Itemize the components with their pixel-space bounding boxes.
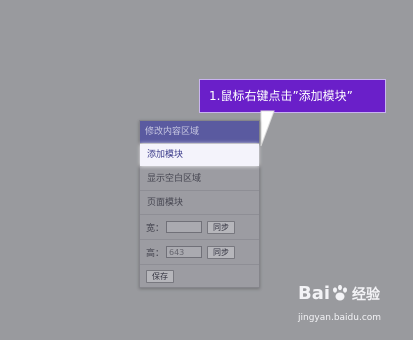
height-row: 高： 643 同步 xyxy=(140,240,259,265)
instruction-callout: 1.鼠标右键点击”添加模块” xyxy=(199,79,386,113)
menu-item-add-module[interactable]: 添加模块 xyxy=(140,144,259,166)
width-row: 宽： 同步 xyxy=(140,215,259,240)
watermark-brand-left: Bai xyxy=(298,283,331,304)
paw-icon xyxy=(333,284,348,301)
menu-header: 修改内容区域 xyxy=(140,121,259,143)
watermark-brand-cn: 经验 xyxy=(352,287,381,303)
callout-text: 1.鼠标右键点击”添加模块” xyxy=(209,89,353,103)
width-label: 宽： xyxy=(146,223,165,234)
context-menu: 修改内容区域 添加模块 显示空白区域 页面模块 宽： 同步 高： 643 同步 … xyxy=(139,120,260,288)
width-sync-button[interactable]: 同步 xyxy=(207,220,235,234)
callout-pointer xyxy=(260,110,275,147)
menu-item-show-blank-area[interactable]: 显示空白区域 xyxy=(140,167,259,191)
height-sync-button[interactable]: 同步 xyxy=(207,245,235,259)
baidu-jingyan-watermark: Bai 经验 jingyan.baidu.com xyxy=(298,283,408,327)
save-row: 保存 xyxy=(140,265,259,287)
watermark-logo: Bai 经验 xyxy=(298,283,380,304)
watermark-url: jingyan.baidu.com xyxy=(298,313,382,323)
height-input[interactable]: 643 xyxy=(166,246,202,258)
menu-item-page-module[interactable]: 页面模块 xyxy=(140,191,259,215)
width-input[interactable] xyxy=(166,221,202,233)
save-button[interactable]: 保存 xyxy=(146,269,174,283)
height-label: 高： xyxy=(146,248,165,259)
